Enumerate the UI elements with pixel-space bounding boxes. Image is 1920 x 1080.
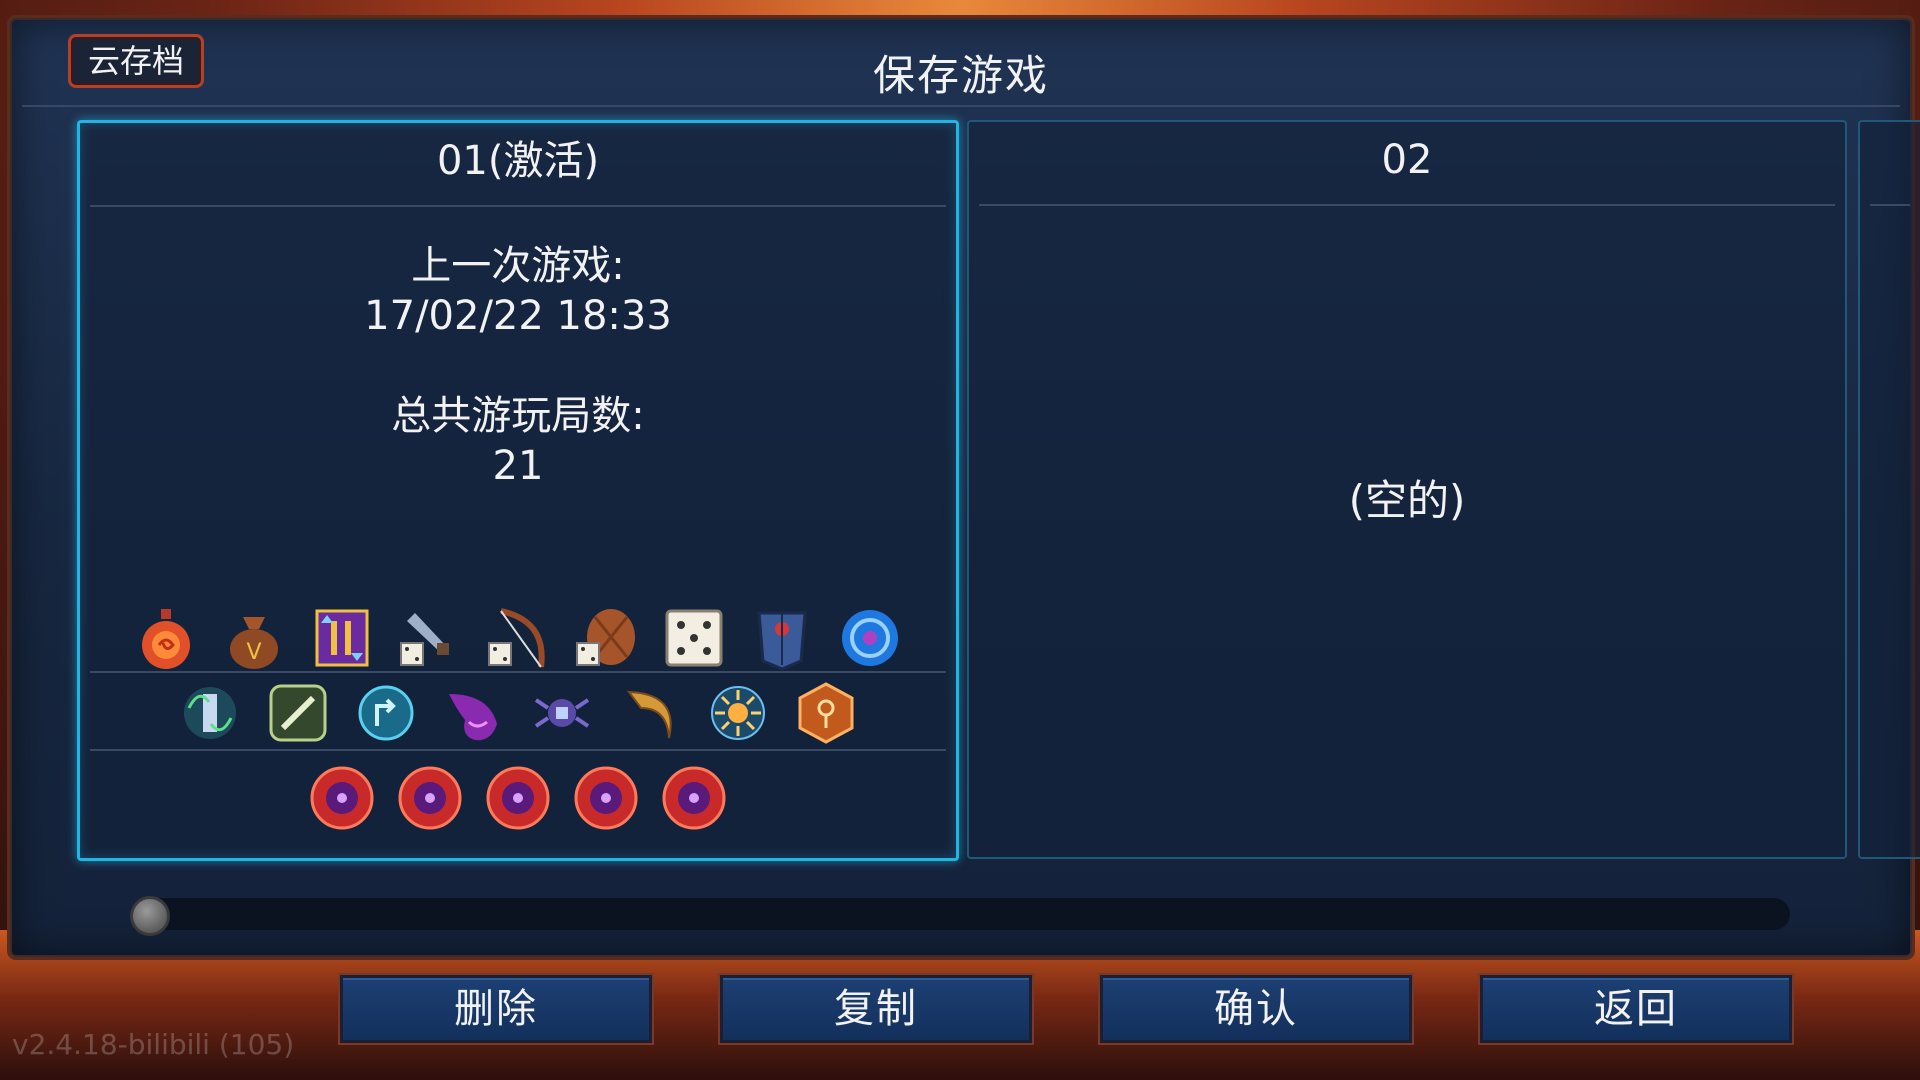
- save-slot-01[interactable]: 01(激活) 上一次游戏: 17/02/22 18:33 总共游玩局数: 21 …: [77, 120, 959, 861]
- confirm-button[interactable]: 确认: [1100, 975, 1412, 1043]
- boss-cell-icon: [307, 763, 377, 833]
- copy-button[interactable]: 复制: [720, 975, 1032, 1043]
- teleport-rune-icon: [351, 678, 421, 748]
- version-label: v2.4.18-bilibili (105): [12, 1028, 295, 1061]
- slot-scrollbar[interactable]: [130, 898, 1790, 930]
- save-slot-03[interactable]: [1858, 120, 1920, 859]
- boss-cell-icon: [395, 763, 465, 833]
- spider-sun-icon: [703, 678, 773, 748]
- runes-row: [80, 678, 956, 748]
- dice-icon: [659, 603, 729, 673]
- dagger-dice-icon: [395, 603, 465, 673]
- slot-divider: [1870, 204, 1910, 206]
- upgrade-scroll-icon: [307, 603, 377, 673]
- shield-dice-icon: [571, 603, 641, 673]
- slot-divider: [979, 204, 1835, 206]
- save-game-panel: 云存档 保存游戏 01(激活) 上一次游戏: 17/02/22 18:33 总共…: [10, 18, 1920, 957]
- purple-flame-icon: [439, 678, 509, 748]
- empty-slot-label: (空的): [1348, 476, 1466, 525]
- boss-cells-row: [80, 763, 956, 833]
- total-runs-value: 21: [492, 443, 544, 489]
- key-rune-icon: [791, 678, 861, 748]
- spider-rune-icon: [527, 678, 597, 748]
- total-runs-label: 总共游玩局数:: [391, 393, 645, 439]
- armor-vest-icon: [747, 603, 817, 673]
- blue-orb-icon: [835, 603, 905, 673]
- horn-icon: [615, 678, 685, 748]
- scrollbar-thumb[interactable]: [130, 896, 170, 936]
- save-slot-02[interactable]: 02 (空的): [967, 120, 1847, 859]
- row-divider: [90, 671, 946, 673]
- last-played-value: 17/02/22 18:33: [364, 293, 672, 339]
- slot-title: 02: [1381, 137, 1433, 183]
- page-title: 保存游戏: [872, 51, 1049, 100]
- unlocked-items-row: V: [80, 603, 956, 673]
- back-button[interactable]: 返回: [1480, 975, 1792, 1043]
- boss-cell-icon: [571, 763, 641, 833]
- svg-text:V: V: [246, 640, 261, 665]
- slot-title: 01(激活): [436, 138, 600, 184]
- boss-cell-icon: [659, 763, 729, 833]
- boss-cell-icon: [483, 763, 553, 833]
- bow-dice-icon: [483, 603, 553, 673]
- vine-rune-icon: [175, 678, 245, 748]
- wrench-rune-icon: [263, 678, 333, 748]
- header-divider: [22, 105, 1900, 107]
- row-divider: [90, 749, 946, 751]
- delete-button[interactable]: 删除: [340, 975, 652, 1043]
- last-played-label: 上一次游戏:: [411, 243, 625, 289]
- money-bag-icon: V: [219, 603, 289, 673]
- potion-flask-icon: [131, 603, 201, 673]
- slot-divider: [90, 205, 946, 207]
